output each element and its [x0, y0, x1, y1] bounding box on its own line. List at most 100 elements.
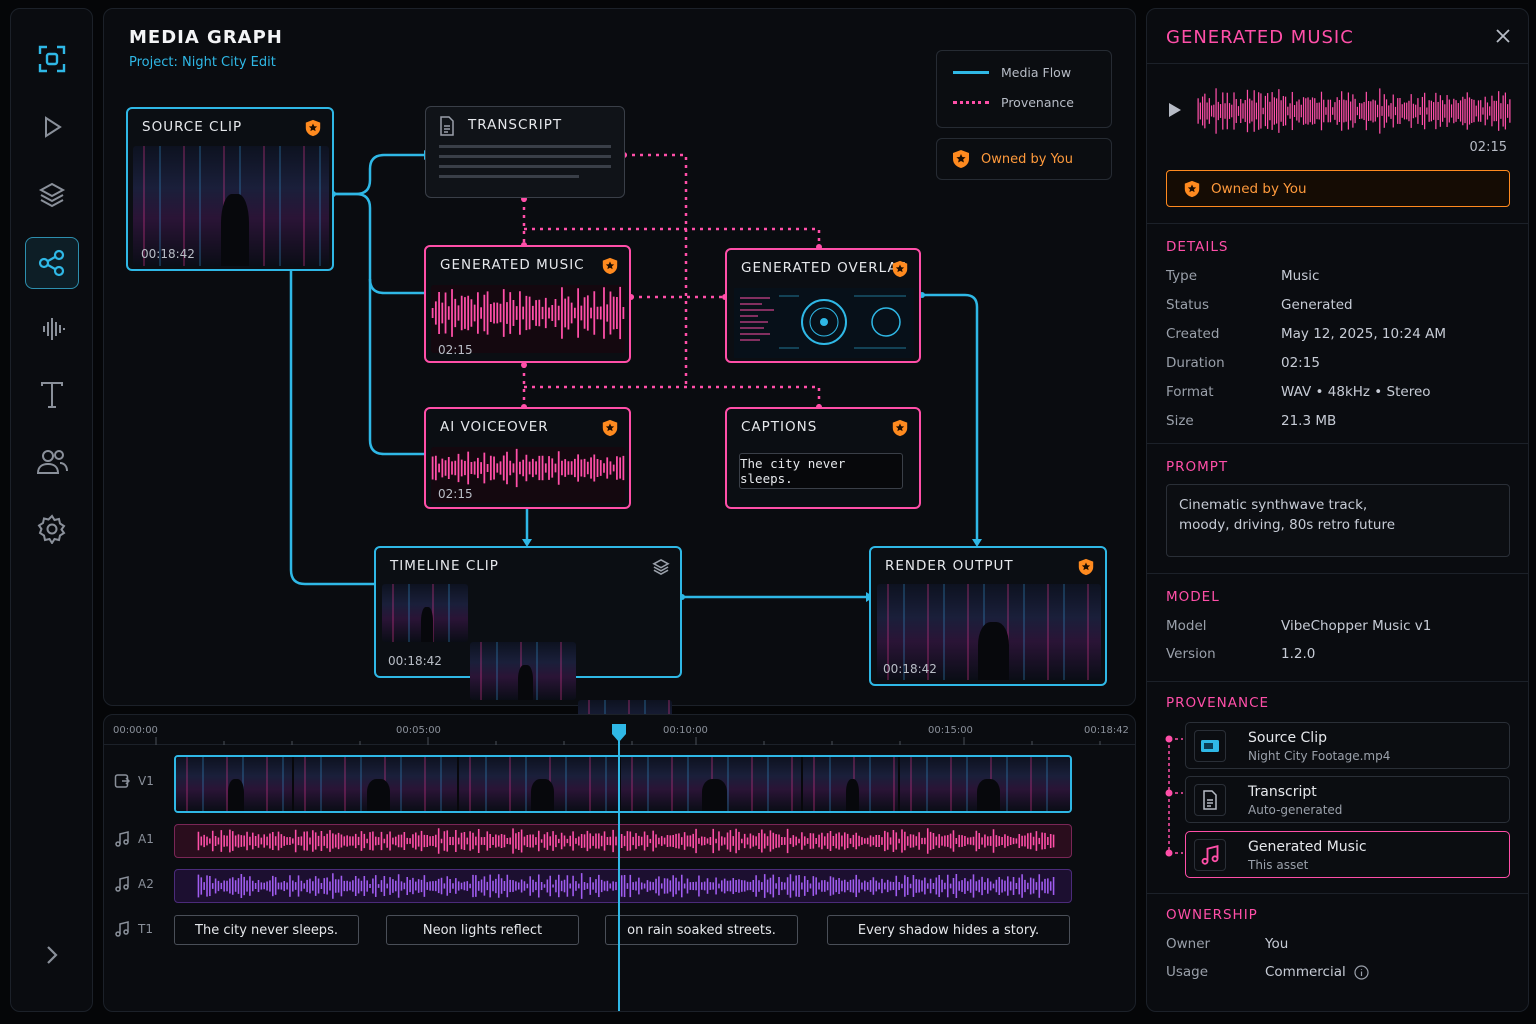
music-note-icon	[1194, 839, 1226, 871]
node-timeline-clip[interactable]: TIMELINE CLIP 00:18:42	[374, 546, 682, 758]
provenance-item-generated-music[interactable]: Generated Music This asset	[1185, 831, 1510, 878]
node-captions[interactable]: CAPTIONS The city never sleeps.	[725, 407, 921, 509]
node-title: TRANSCRIPT	[468, 117, 563, 133]
section-heading: DETAILS	[1166, 239, 1229, 255]
play-tool-button[interactable]	[25, 101, 79, 153]
waveform-icon	[43, 318, 65, 340]
node-title: CAPTIONS	[741, 419, 818, 435]
inspector-panel: GENERATED MUSIC 02:15 Owned by You DETAI…	[1146, 8, 1529, 1012]
play-icon	[45, 116, 62, 138]
capture-tool-button[interactable]	[25, 33, 79, 85]
text-tool-button[interactable]	[25, 369, 79, 421]
caption-clip[interactable]: Every shadow hides a story.	[827, 915, 1070, 945]
divider	[1147, 63, 1528, 64]
provenance-sub: Night City Footage.mp4	[1248, 749, 1391, 763]
graph-icon	[38, 249, 65, 277]
usage-key: Usage	[1166, 964, 1209, 980]
shield-icon	[953, 150, 969, 168]
video-frame	[621, 757, 801, 811]
version-key: Version	[1166, 646, 1216, 662]
caption-clip[interactable]: Neon lights reflect	[386, 915, 579, 945]
provenance-sub: This asset	[1248, 858, 1309, 872]
divider	[1147, 223, 1528, 224]
graph-legend: Media Flow Provenance	[936, 50, 1112, 128]
provenance-item-source-clip[interactable]: Source Clip Night City Footage.mp4	[1185, 722, 1510, 769]
model-key: Model	[1166, 618, 1207, 634]
section-heading: PROVENANCE	[1166, 695, 1270, 711]
video-file-icon	[1194, 730, 1226, 762]
provenance-swatch	[953, 101, 989, 104]
usage-text: Commercial	[1265, 964, 1346, 980]
layers-tool-button[interactable]	[25, 169, 79, 221]
shield-icon	[305, 119, 321, 137]
node-render-output[interactable]: RENDER OUTPUT 00:18:42	[869, 546, 1107, 686]
video-frame	[900, 757, 1070, 811]
play-icon[interactable]	[1168, 102, 1182, 118]
node-title: GENERATED MUSIC	[440, 257, 585, 273]
playhead[interactable]	[618, 735, 620, 1011]
provenance-item-transcript[interactable]: Transcript Auto-generated	[1185, 776, 1510, 823]
audio-clip-a2[interactable]	[174, 869, 1072, 903]
node-transcript[interactable]: TRANSCRIPT	[425, 106, 625, 198]
track-label-v1: V1	[114, 773, 154, 789]
divider	[1147, 443, 1528, 444]
settings-tool-button[interactable]	[25, 503, 79, 555]
media-graph-tool-button[interactable]	[25, 237, 79, 289]
playhead-handle[interactable]	[611, 723, 627, 743]
prompt-field[interactable]: Cinematic synthwave track, moody, drivin…	[1166, 484, 1510, 557]
close-icon[interactable]	[1496, 29, 1510, 43]
track-name: A2	[138, 877, 154, 891]
track-name: T1	[138, 922, 153, 936]
prompt-text: moody, driving, 80s retro future	[1179, 517, 1396, 533]
shield-icon	[602, 257, 618, 275]
node-title: AI VOICEOVER	[440, 419, 549, 435]
node-title: SOURCE CLIP	[142, 119, 243, 135]
caption-clip[interactable]: The city never sleeps.	[174, 915, 359, 945]
node-generated-overlay[interactable]: GENERATED OVERLAY	[725, 248, 921, 363]
detail-value: 21.3 MB	[1281, 413, 1337, 429]
settings-icon	[37, 514, 66, 544]
node-ai-voiceover[interactable]: AI VOICEOVER 02:15	[424, 407, 631, 509]
node-title: GENERATED OVERLAY	[741, 260, 906, 276]
owner-value: You	[1265, 936, 1289, 952]
node-duration: 00:18:42	[141, 247, 195, 261]
node-duration: 00:18:42	[883, 662, 937, 676]
detail-value: Generated	[1281, 297, 1353, 313]
video-clip-v1[interactable]	[174, 755, 1072, 813]
legend-media-flow: Media Flow	[1001, 65, 1072, 80]
version-value: 1.2.0	[1281, 646, 1316, 662]
info-icon[interactable]	[1354, 964, 1369, 980]
waveform-graphic	[431, 448, 625, 488]
node-generated-music[interactable]: GENERATED MUSIC 02:15	[424, 245, 631, 363]
node-source-clip[interactable]: SOURCE CLIP 00:18:42	[126, 107, 334, 271]
video-frame	[293, 757, 458, 811]
collaborators-tool-button[interactable]	[25, 435, 79, 487]
detail-key: Format	[1166, 384, 1214, 400]
timeline-clip-frame	[470, 642, 576, 700]
detail-value: 02:15	[1281, 355, 1320, 371]
audio-tool-button[interactable]	[25, 303, 79, 355]
media-graph-panel: MEDIA GRAPH Project: Night City Edit Med…	[103, 8, 1136, 758]
document-icon	[1194, 784, 1226, 816]
track-name: V1	[138, 774, 154, 788]
prompt-text: Cinematic synthwave track,	[1179, 497, 1368, 513]
provenance-name: Generated Music	[1248, 839, 1367, 855]
audio-clip-a1[interactable]	[174, 824, 1072, 858]
shield-icon	[602, 419, 618, 437]
waveform-graphic	[197, 828, 1055, 854]
inspector-waveform[interactable]	[1197, 87, 1511, 135]
expand-sidebar-button[interactable]	[25, 929, 79, 981]
provenance-chain	[1165, 735, 1183, 857]
detail-key: Size	[1166, 413, 1194, 429]
timeline-clip-frame	[382, 584, 468, 642]
caption-clip[interactable]: on rain soaked streets.	[605, 915, 798, 945]
divider	[1147, 893, 1528, 894]
ownership-badge: Owned by You	[1166, 170, 1510, 207]
node-title: TIMELINE CLIP	[390, 558, 499, 574]
ruler-time: 00:15:00	[928, 725, 973, 736]
provenance-name: Transcript	[1248, 784, 1317, 800]
section-heading: OWNERSHIP	[1166, 907, 1258, 923]
model-value: VibeChopper Music v1	[1281, 618, 1432, 634]
text-track-icon	[115, 921, 129, 937]
video-frame	[176, 757, 292, 811]
